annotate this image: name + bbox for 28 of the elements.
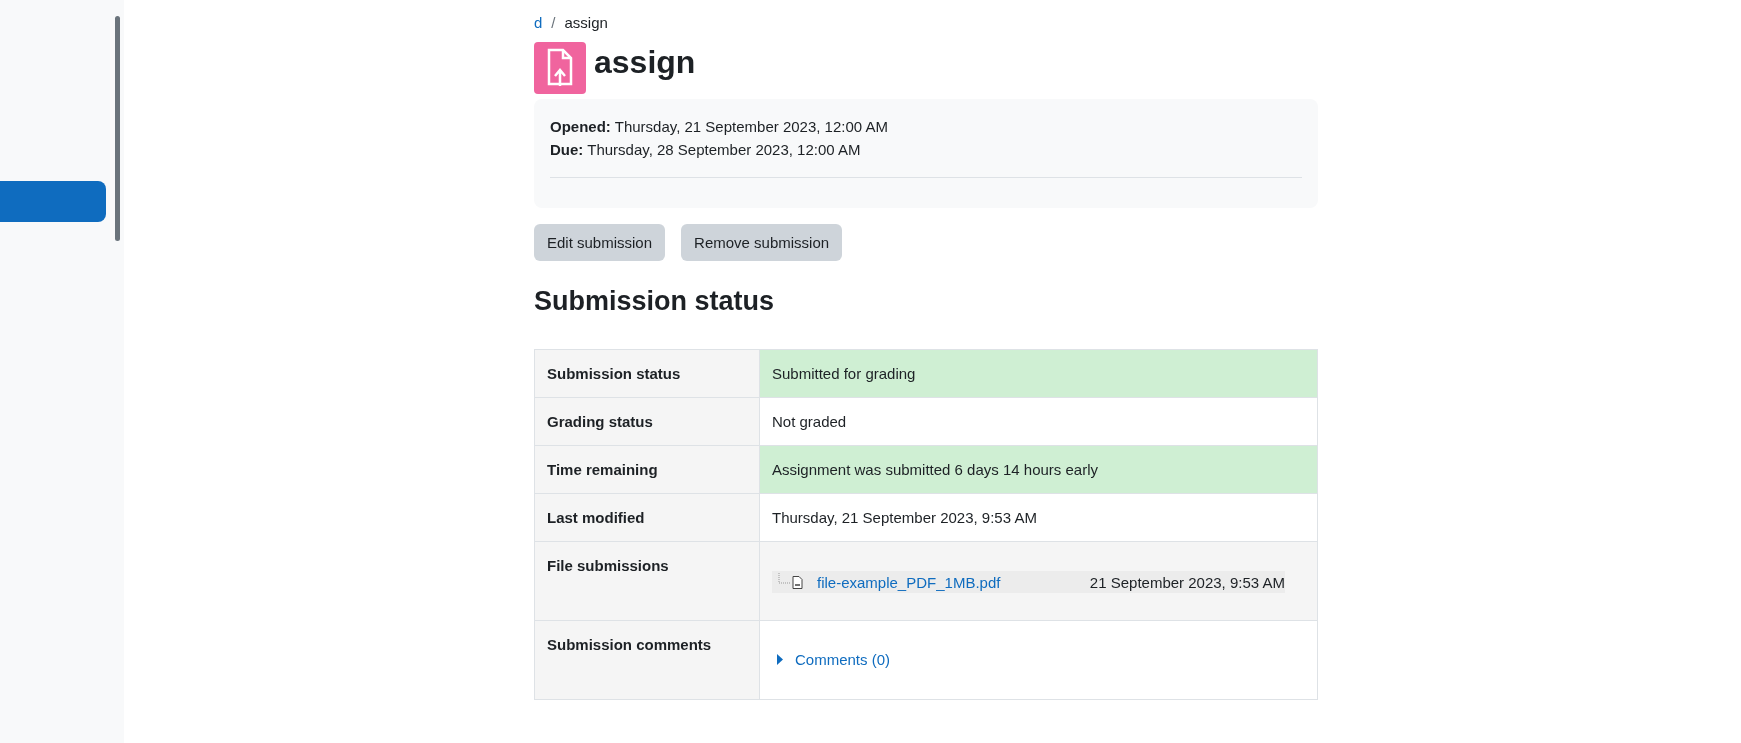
action-button[interactable]: Edit submission (534, 224, 666, 261)
table-cell: Submitted for grading (759, 349, 1318, 398)
tree-line-icon (778, 573, 790, 585)
row-label: Submission status (534, 349, 760, 398)
table-cell: Not graded (759, 397, 1318, 446)
date-text: Opened: Thursday, 21 September 2023, 12:00 AM (550, 117, 889, 137)
row-label: File submissions (534, 541, 760, 621)
action-button[interactable]: Remove submission (681, 224, 843, 261)
scrollbar-thumb[interactable] (115, 16, 120, 241)
breadcrumb-link[interactable]: d (534, 13, 543, 31)
breadcrumb-item: assign (564, 13, 608, 31)
file-upload-icon (534, 42, 586, 94)
active-nav-item[interactable] (0, 181, 106, 222)
caret-icon[interactable] (776, 654, 785, 665)
file-link[interactable]: file-example_PDF_1MB.pdf (817, 573, 1001, 591)
page-title: assign (594, 43, 696, 82)
row-label: Submission comments (534, 620, 760, 700)
comments-link[interactable]: Comments (0) (795, 651, 891, 668)
date-text: Due: Thursday, 28 September 2023, 12:00 AM (550, 140, 862, 160)
breadcrumb-separator: / (551, 13, 556, 31)
table-cell: Assignment was submitted 6 days 14 hours early (759, 445, 1318, 494)
row-label: Grading status (534, 397, 760, 446)
row-label: Time remaining (534, 445, 760, 494)
row-label: Last modified (534, 493, 760, 542)
table-cell: Thursday, 21 September 2023, 9:53 AM (759, 493, 1318, 542)
pdf-file-icon (792, 575, 803, 589)
section-heading: Submission status (534, 285, 776, 318)
file-date: 21 September 2023, 9:53 AM (1089, 573, 1285, 591)
